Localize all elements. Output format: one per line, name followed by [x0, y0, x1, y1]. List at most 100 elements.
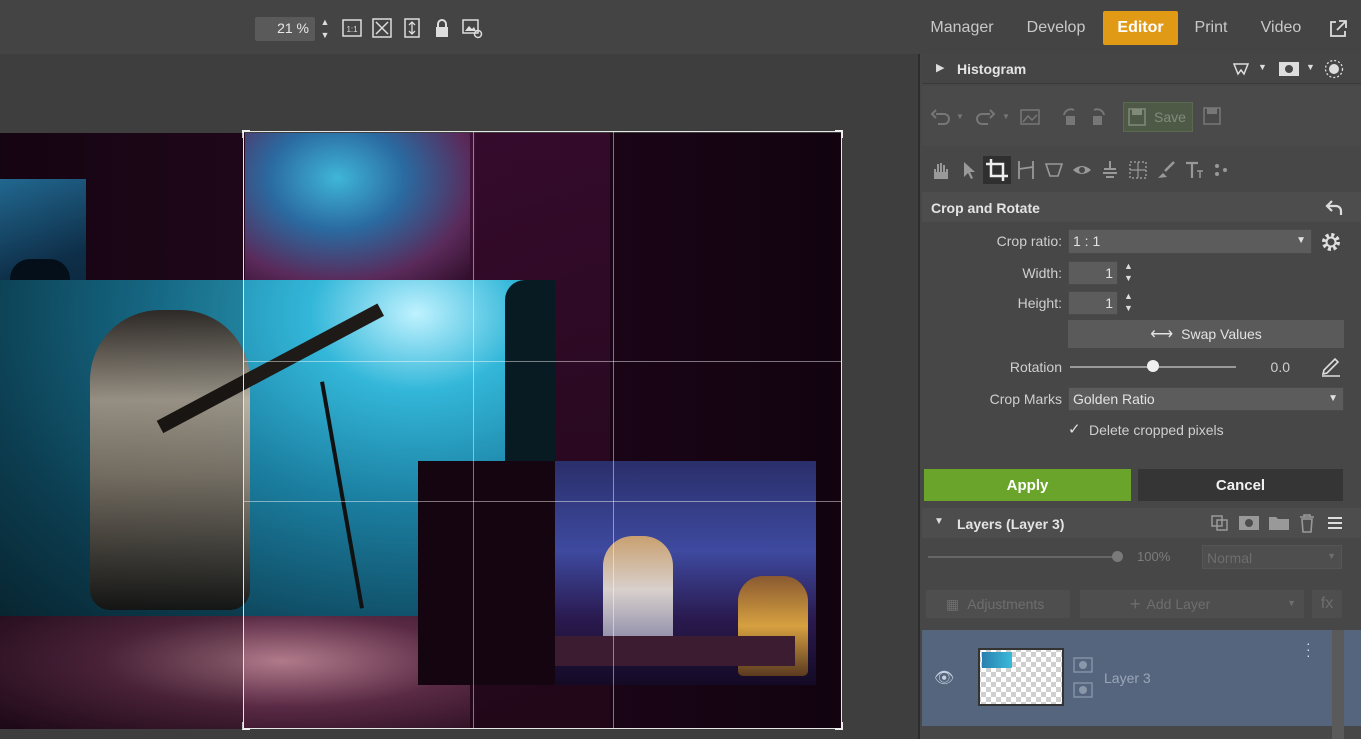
layer-more-icon[interactable]: · · ·	[1306, 636, 1311, 662]
layer-mask-icon[interactable]	[1238, 514, 1260, 532]
layers-title: Layers (Layer 3)	[957, 516, 1065, 532]
golden-ratio-guide	[244, 361, 841, 362]
blend-mode-select[interactable]: Normal ▼	[1202, 545, 1342, 569]
rotation-value: 0.0	[1270, 359, 1290, 375]
layers-header[interactable]: ▼ Layers (Layer 3)	[922, 508, 1361, 538]
opacity-slider-thumb[interactable]	[1112, 551, 1123, 562]
height-stepper[interactable]: ▲ ▼	[1124, 290, 1133, 314]
width-input[interactable]: 1	[1068, 261, 1118, 285]
text-tool-icon[interactable]	[1183, 159, 1205, 181]
actual-size-icon[interactable]: 1:1	[340, 16, 364, 40]
tab-develop[interactable]: Develop	[1018, 11, 1094, 45]
crop-marks-value: Golden Ratio	[1073, 391, 1155, 407]
crop-ratio-select[interactable]: 1 : 1 ▼	[1068, 229, 1312, 254]
layer-row[interactable]: 👁 Layer 3 · · ·	[922, 630, 1361, 726]
layer-name: Layer 3	[1104, 670, 1151, 686]
rotate-left-icon[interactable]	[1060, 106, 1082, 128]
compare-image-icon[interactable]	[1019, 106, 1041, 128]
gear-icon[interactable]	[1320, 231, 1342, 253]
select-arrow-icon[interactable]	[958, 159, 980, 181]
zoom-input[interactable]: 21 %	[255, 17, 315, 41]
right-panel: ▶ Histogram ▼ ▼ ▼ ▼ Save Crop and Rotate…	[918, 54, 1361, 739]
swap-values-label: Swap Values	[1181, 326, 1262, 342]
trash-icon[interactable]	[1298, 513, 1316, 533]
crop-marks-select[interactable]: Golden Ratio ▼	[1068, 387, 1344, 411]
apply-button[interactable]: Apply	[924, 469, 1131, 501]
tools-row	[922, 152, 1361, 188]
rotation-slider-thumb[interactable]	[1147, 360, 1159, 372]
selection-grid-icon[interactable]	[1127, 159, 1149, 181]
crop-rotate-title: Crop and Rotate	[931, 200, 1040, 216]
crop-handle-bottom-left[interactable]	[242, 722, 250, 730]
swap-arrows-icon: ⟷	[1150, 326, 1174, 343]
width-stepper[interactable]: ▲ ▼	[1124, 260, 1133, 284]
redo-icon[interactable]	[974, 106, 996, 128]
undo-icon[interactable]	[930, 106, 952, 128]
tab-video[interactable]: Video	[1252, 11, 1310, 45]
width-label: Width:	[1022, 265, 1062, 281]
opacity-value: 100%	[1137, 549, 1171, 564]
sun-icon[interactable]	[1324, 59, 1344, 79]
image-settings-icon[interactable]	[460, 16, 484, 40]
adjustments-button[interactable]: ▦ Adjustments	[926, 590, 1070, 618]
crop-rotate-header: Crop and Rotate	[922, 192, 1361, 222]
rotate-right-icon[interactable]	[1086, 106, 1108, 128]
delete-cropped-checkbox[interactable]: ✓	[1068, 420, 1081, 438]
menu-icon[interactable]	[1326, 514, 1344, 532]
reset-arrow-icon[interactable]	[1324, 197, 1344, 217]
brush-icon[interactable]	[1155, 159, 1177, 181]
collapse-icon[interactable]: ▼	[934, 516, 944, 527]
crop-shade	[0, 133, 243, 729]
layer-thumbnail	[978, 648, 1064, 706]
cancel-button[interactable]: Cancel	[1138, 469, 1343, 501]
straighten-icon[interactable]	[1015, 159, 1037, 181]
dropdown-arrow-icon[interactable]: ▼	[1306, 62, 1315, 72]
height-input[interactable]: 1	[1068, 291, 1118, 315]
tab-print[interactable]: Print	[1186, 11, 1236, 45]
crop-handle-top-left[interactable]	[242, 130, 250, 138]
edit-toolbar: ▼ ▼ Save	[922, 86, 1361, 146]
tab-editor[interactable]: Editor	[1103, 11, 1178, 45]
fit-screen-icon[interactable]	[370, 16, 394, 40]
opacity-slider-track[interactable]	[928, 556, 1118, 558]
fit-height-icon[interactable]	[400, 16, 424, 40]
histogram-header[interactable]: ▶ Histogram ▼ ▼	[922, 54, 1361, 84]
mask-icon[interactable]	[1278, 60, 1300, 78]
save-button[interactable]: Save	[1123, 102, 1193, 132]
chevron-down-icon: ▼	[1296, 235, 1306, 246]
lock-icon[interactable]	[430, 16, 454, 40]
histogram-overlay-icon[interactable]	[1232, 60, 1252, 78]
folder-icon[interactable]	[1268, 514, 1290, 532]
swap-values-button[interactable]: ⟷ Swap Values	[1068, 320, 1344, 348]
image-canvas[interactable]	[0, 54, 918, 739]
blend-mode-value: Normal	[1207, 550, 1253, 566]
layers-controls: 100% Normal ▼	[922, 540, 1361, 580]
clone-stamp-icon[interactable]	[1099, 159, 1121, 181]
chevron-down-icon: ▼	[1287, 598, 1296, 608]
crop-tool-icon[interactable]	[983, 156, 1011, 184]
fx-button[interactable]: fx	[1312, 590, 1342, 618]
more-tools-icon[interactable]	[1211, 159, 1233, 181]
dropdown-arrow-icon[interactable]: ▼	[1258, 62, 1267, 72]
duplicate-layer-icon[interactable]	[1210, 514, 1230, 532]
layer-mask-icon[interactable]	[1073, 657, 1093, 673]
panel-scrollbar[interactable]	[1332, 630, 1344, 739]
crop-handle-top-right[interactable]	[835, 130, 843, 138]
expand-icon[interactable]: ▶	[936, 61, 944, 74]
tab-manager[interactable]: Manager	[920, 11, 1004, 45]
red-eye-icon[interactable]	[1071, 159, 1093, 181]
crop-handle-bottom-right[interactable]	[835, 722, 843, 730]
add-layer-button[interactable]: + Add Layer ▼	[1080, 590, 1304, 618]
save-as-icon[interactable]	[1202, 106, 1222, 126]
pencil-icon[interactable]	[1320, 357, 1342, 377]
eye-icon[interactable]: 👁	[934, 668, 954, 688]
hand-tool-icon[interactable]	[929, 159, 951, 181]
dropdown-arrow-icon[interactable]: ▼	[956, 112, 964, 121]
add-layer-label: Add Layer	[1146, 596, 1211, 612]
layer-mask-inverted-icon[interactable]	[1073, 682, 1093, 698]
external-window-icon[interactable]	[1326, 17, 1350, 41]
perspective-icon[interactable]	[1043, 159, 1065, 181]
crop-frame[interactable]	[242, 130, 843, 730]
zoom-stepper-icon[interactable]: ▲ ▼	[318, 16, 332, 42]
dropdown-arrow-icon[interactable]: ▼	[1002, 112, 1010, 121]
